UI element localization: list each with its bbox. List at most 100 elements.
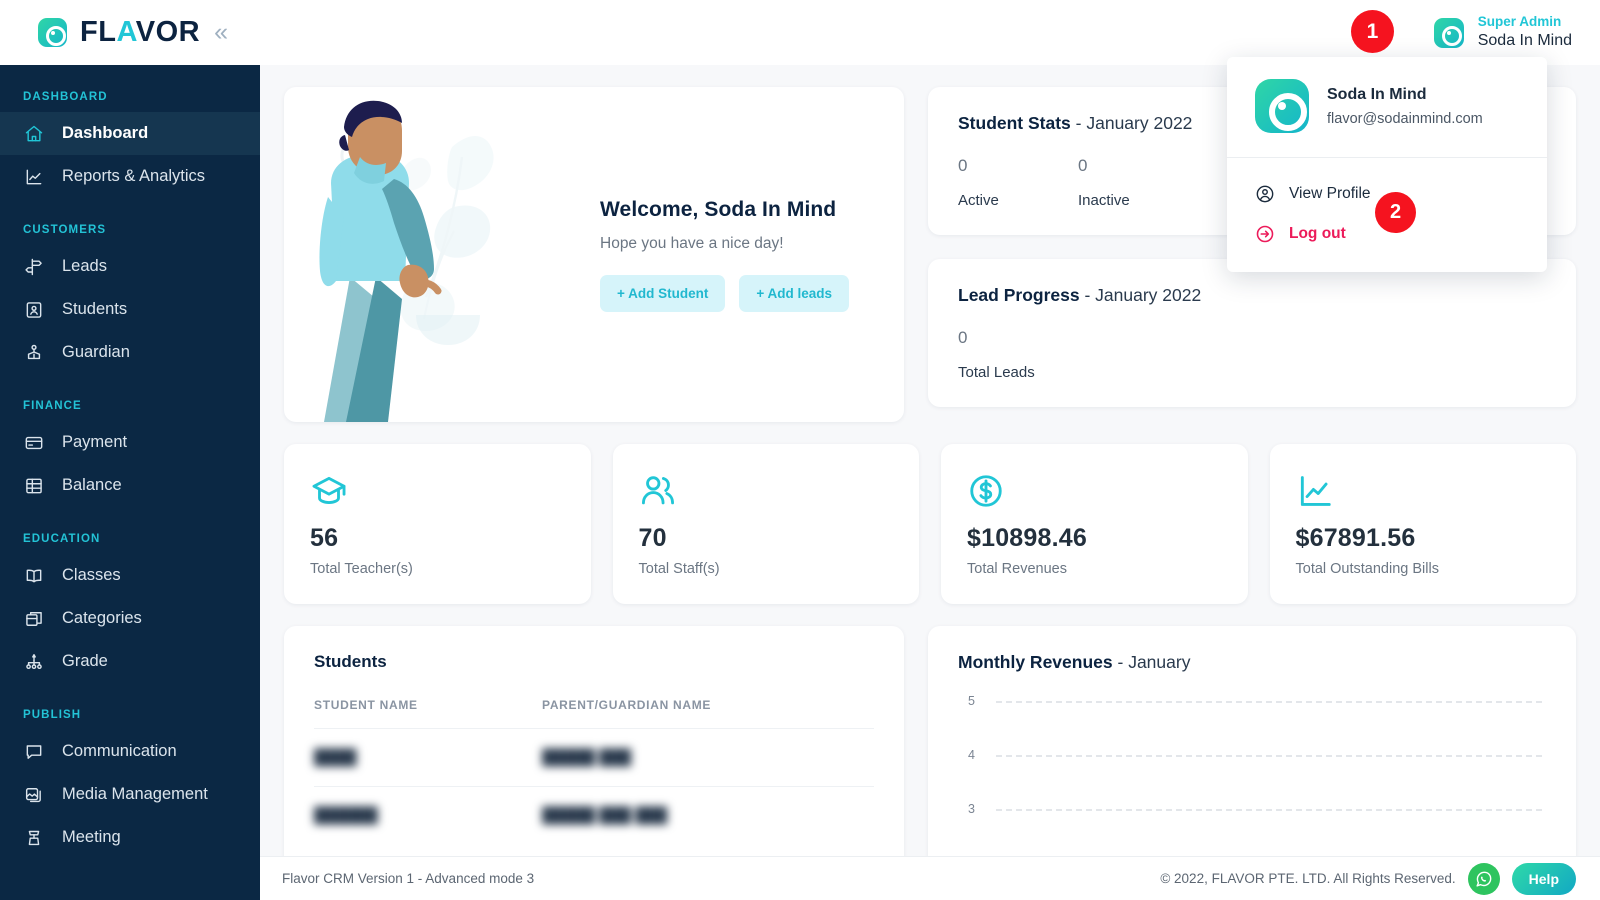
sidebar-item-payment[interactable]: Payment — [0, 421, 260, 464]
sidebar-group-dashboard: DASHBOARD — [23, 91, 108, 103]
kpi-label: Total Outstanding Bills — [1295, 561, 1439, 577]
sidebar-item-label: Categories — [62, 609, 142, 627]
dropdown-header: Soda In Mind flavor@sodainmind.com — [1227, 57, 1547, 157]
students-table: STUDENT NAME PARENT/GUARDIAN NAME ████ █… — [314, 698, 874, 844]
active-value: 0 — [958, 156, 968, 175]
total-leads-label: Total Leads — [958, 364, 1035, 381]
sidebar-item-dashboard[interactable]: Dashboard — [0, 112, 260, 155]
cell-guardian-name: █████ ███ — [542, 728, 874, 787]
kpi-value: 56 — [310, 524, 339, 552]
chart-line-icon — [23, 166, 45, 188]
sidebar-item-guardian[interactable]: Guardian — [0, 331, 260, 374]
home-icon — [23, 123, 45, 145]
bottom-row: Students STUDENT NAME PARENT/GUARDIAN NA… — [284, 626, 1576, 876]
chart-plot-area: 5 4 3 — [958, 694, 1546, 871]
welcome-actions: + Add Student + Add leads — [600, 274, 850, 312]
welcome-illustration — [284, 87, 584, 422]
cell-student-name: ██████ — [314, 786, 542, 844]
sidebar-item-students[interactable]: Students — [0, 288, 260, 331]
kpi-value: 70 — [638, 524, 667, 552]
sidebar-item-balance[interactable]: Balance — [0, 464, 260, 507]
active-label: Active — [958, 192, 999, 209]
monthly-revenues-card: Monthly Revenues - January 5 4 3 — [928, 626, 1576, 876]
sidebar-item-media-management[interactable]: Media Management — [0, 773, 260, 816]
footer-bar: Flavor CRM Version 1 - Advanced mode 3 ©… — [260, 856, 1600, 900]
logout-icon — [1255, 224, 1275, 244]
chevron-double-left-icon[interactable]: « — [214, 20, 228, 45]
help-button[interactable]: Help — [1511, 862, 1576, 895]
sidebar-group-customers: CUSTOMERS — [23, 224, 107, 236]
graduation-cap-icon — [310, 472, 565, 514]
user-dropdown-menu: Soda In Mind flavor@sodainmind.com View … — [1227, 57, 1547, 272]
inactive-value: 0 — [1078, 156, 1088, 175]
user-name: Soda In Mind — [1477, 31, 1572, 49]
kpi-card-staff: 70 Total Staff(s) — [612, 444, 919, 604]
add-leads-button[interactable]: + Add leads — [739, 274, 850, 312]
sidebar-item-label: Students — [62, 300, 128, 318]
brand-wordmark: FLAVOR — [80, 16, 201, 48]
kpi-label: Total Teacher(s) — [310, 561, 413, 577]
welcome-title: Welcome, Soda In Mind — [600, 197, 837, 221]
sidebar-item-grade[interactable]: Grade — [0, 640, 260, 683]
kpi-card-revenues: $10898.46 Total Revenues — [941, 444, 1248, 604]
dropdown-user-name: Soda In Mind — [1327, 85, 1427, 103]
sidebar-item-label: Grade — [62, 652, 108, 670]
column-header-student-name[interactable]: STUDENT NAME — [314, 698, 542, 729]
avatar — [1433, 17, 1464, 48]
inactive-label: Inactive — [1078, 192, 1130, 209]
gridline — [996, 701, 1542, 703]
credit-card-icon — [23, 432, 45, 454]
kpi-card-outstanding-bills: $67891.56 Total Outstanding Bills — [1269, 444, 1576, 604]
dropdown-identity: Soda In Mind flavor@sodainmind.com — [1327, 86, 1483, 127]
chart-line-icon — [1296, 472, 1551, 514]
column-header-guardian-name[interactable]: PARENT/GUARDIAN NAME — [542, 698, 874, 729]
table-row[interactable]: ████ █████ ███ — [314, 728, 874, 787]
kpi-card-teachers: 56 Total Teacher(s) — [284, 444, 591, 604]
sidebar-group-finance: FINANCE — [23, 400, 82, 412]
lead-progress-heading: Lead Progress — [958, 285, 1080, 305]
sidebar-item-label: Media Management — [62, 785, 208, 803]
sidebar-item-meeting[interactable]: Meeting — [0, 816, 260, 859]
kpi-row: 56 Total Teacher(s) 70 Total Staff(s) $1… — [284, 444, 1576, 604]
table-header-row: STUDENT NAME PARENT/GUARDIAN NAME — [314, 698, 874, 729]
user-info: Super Admin Soda In Mind — [1478, 14, 1572, 51]
brand-logo[interactable]: FLAVOR « — [0, 18, 265, 47]
add-student-button[interactable]: + Add Student — [600, 274, 726, 312]
sidebar-group-publish: PUBLISH — [23, 709, 82, 721]
students-table-title: Students — [314, 652, 387, 671]
logout-label: Log out — [1289, 225, 1346, 242]
sidebar-item-label: Guardian — [62, 343, 130, 361]
kpi-label: Total Staff(s) — [638, 561, 720, 577]
copyright-text: © 2022, FLAVOR PTE. LTD. All Rights Rese… — [1160, 871, 1456, 886]
footer-right-group: © 2022, FLAVOR PTE. LTD. All Rights Rese… — [1160, 862, 1576, 895]
lead-progress-total: 0 Total Leads — [958, 328, 1078, 381]
id-card-icon — [23, 299, 45, 321]
chart-heading: Monthly Revenues — [958, 652, 1113, 672]
dashboard-page: FLAVOR « Super Admin Soda In Mind DASHBO… — [0, 0, 1600, 900]
students-table-card: Students STUDENT NAME PARENT/GUARDIAN NA… — [284, 626, 904, 876]
sidebar: DASHBOARD Dashboard Reports & Analytics … — [0, 65, 260, 900]
table-row[interactable]: ██████ █████ ███ ███ — [314, 786, 874, 844]
kpi-value: $10898.46 — [967, 524, 1087, 552]
version-text: Flavor CRM Version 1 - Advanced mode 3 — [282, 871, 535, 886]
y-axis-tick: 3 — [968, 802, 975, 816]
lead-progress-card: Lead Progress - January 2022 0 Total Lea… — [928, 259, 1576, 407]
gridline — [996, 755, 1542, 757]
ledger-icon — [23, 475, 45, 497]
sidebar-item-classes[interactable]: Classes — [0, 554, 260, 597]
lead-progress-title: Lead Progress - January 2022 — [958, 285, 1546, 306]
user-circle-icon — [1255, 184, 1275, 204]
whatsapp-icon[interactable] — [1467, 862, 1500, 895]
sidebar-item-reports-analytics[interactable]: Reports & Analytics — [0, 155, 260, 198]
sidebar-item-leads[interactable]: Leads — [0, 245, 260, 288]
total-leads-value: 0 — [958, 328, 968, 347]
chat-bubble-icon — [23, 741, 45, 763]
sidebar-item-label: Reports & Analytics — [62, 167, 206, 185]
lead-progress-values: 0 Total Leads — [958, 328, 1546, 381]
sidebar-item-categories[interactable]: Categories — [0, 597, 260, 640]
student-stats-period: - January 2022 — [1075, 113, 1193, 133]
user-menu-trigger[interactable]: Super Admin Soda In Mind — [1433, 14, 1600, 51]
signpost-icon — [23, 256, 45, 278]
image-stack-icon — [23, 784, 45, 806]
sidebar-item-communication[interactable]: Communication — [0, 730, 260, 773]
